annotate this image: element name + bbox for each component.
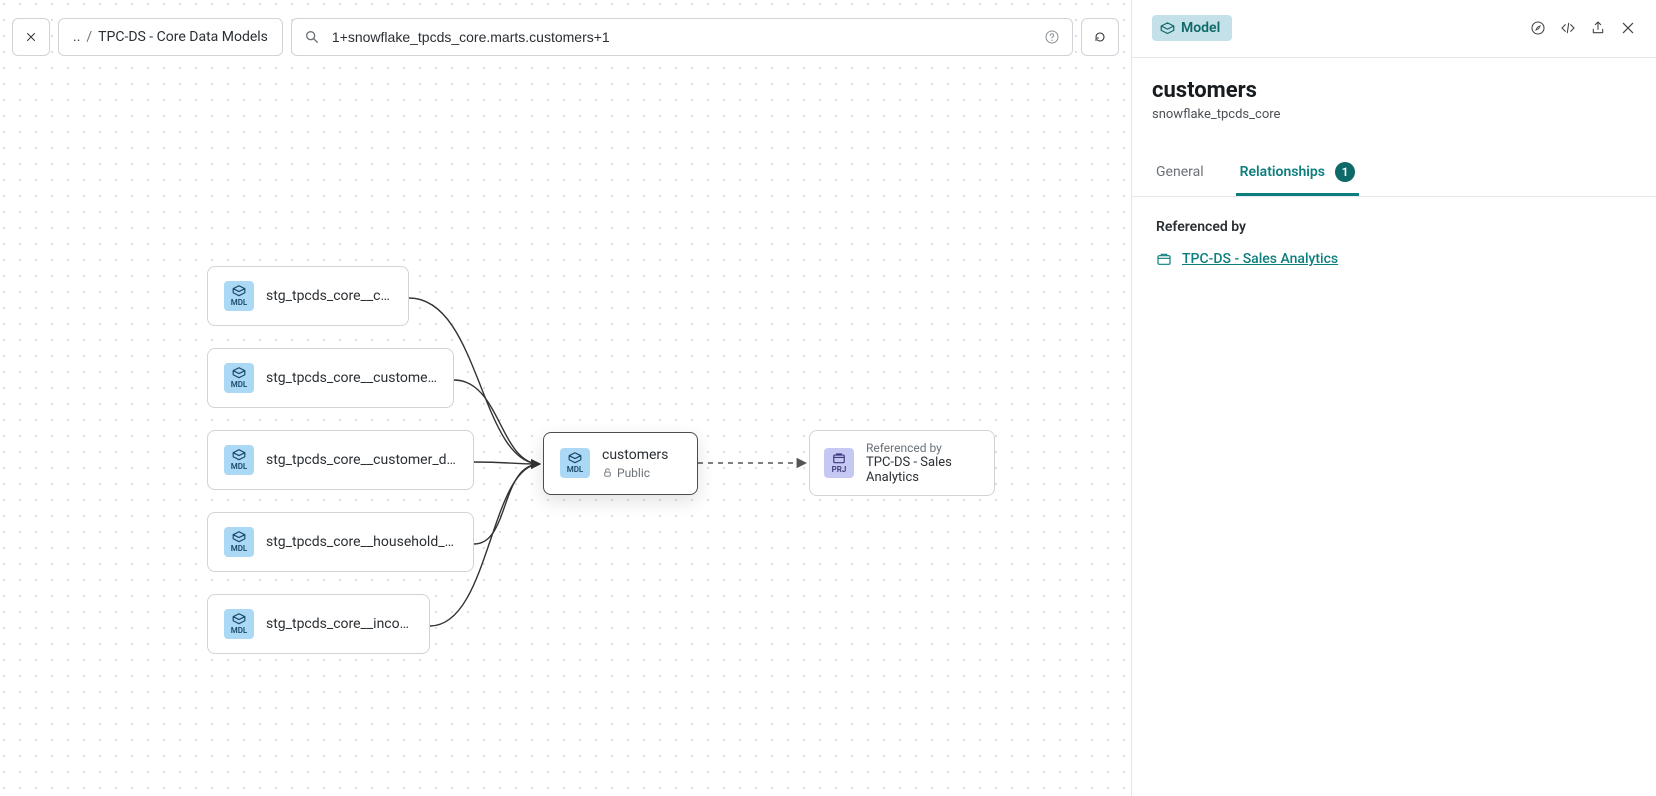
search-input[interactable] bbox=[330, 28, 1034, 46]
node-label: stg_tpcds_core__income_band bbox=[266, 616, 413, 632]
breadcrumb-separator: / bbox=[86, 29, 92, 45]
breadcrumb[interactable]: .. / TPC-DS - Core Data Models bbox=[58, 18, 283, 56]
compass-button[interactable] bbox=[1530, 20, 1546, 36]
relationships-count: 1 bbox=[1335, 162, 1355, 182]
model-icon: MDL bbox=[224, 527, 254, 557]
share-button[interactable] bbox=[1590, 20, 1606, 36]
node-upstream-4[interactable]: MDL stg_tpcds_core__income_band bbox=[207, 594, 430, 654]
model-icon: MDL bbox=[224, 445, 254, 475]
section-referenced-by: Referenced by TPC-DS - Sales Analytics bbox=[1132, 197, 1656, 289]
node-label: stg_tpcds_core__customer bbox=[266, 288, 392, 304]
close-icon bbox=[1620, 20, 1636, 36]
node-access: Public bbox=[602, 466, 668, 480]
node-label: stg_tpcds_core__customer_demogra… bbox=[266, 452, 457, 468]
search-bar[interactable] bbox=[291, 18, 1073, 56]
node-content: Referenced by TPC-DS - Sales Analytics bbox=[866, 441, 980, 485]
node-upstream-0[interactable]: MDL stg_tpcds_core__customer bbox=[207, 266, 409, 326]
details-sidebar: Model customers snowflake_tpcds_core Gen… bbox=[1132, 0, 1656, 796]
breadcrumb-current: TPC-DS - Core Data Models bbox=[98, 29, 268, 45]
model-icon: MDL bbox=[560, 448, 590, 478]
code-icon bbox=[1560, 20, 1576, 36]
refresh-icon bbox=[1094, 29, 1106, 45]
node-title: TPC-DS - Sales Analytics bbox=[866, 455, 980, 485]
lineage-canvas[interactable]: .. / TPC-DS - Core Data Models bbox=[0, 0, 1132, 796]
close-icon bbox=[25, 29, 37, 45]
search-help-icon[interactable] bbox=[1044, 29, 1060, 45]
sidebar-header-actions bbox=[1530, 20, 1636, 36]
node-label: stg_tpcds_core__customer_address bbox=[266, 370, 437, 386]
canvas-topbar: .. / TPC-DS - Core Data Models bbox=[12, 18, 1119, 56]
node-title: customers bbox=[602, 447, 668, 464]
sidebar-title-block: customers snowflake_tpcds_core bbox=[1132, 58, 1656, 130]
model-icon: MDL bbox=[224, 363, 254, 393]
lineage-edges bbox=[0, 0, 1132, 796]
code-button[interactable] bbox=[1560, 20, 1576, 36]
node-upstream-3[interactable]: MDL stg_tpcds_core__household_demogr… bbox=[207, 512, 474, 572]
refresh-button[interactable] bbox=[1081, 18, 1119, 56]
share-icon bbox=[1590, 20, 1606, 36]
unlock-icon bbox=[602, 467, 613, 478]
project-icon bbox=[1156, 252, 1172, 266]
sidebar-header: Model bbox=[1132, 1, 1656, 51]
model-icon: MDL bbox=[224, 281, 254, 311]
node-ref-label: Referenced by bbox=[866, 441, 980, 455]
search-icon bbox=[304, 29, 320, 45]
node-content: customers Public bbox=[602, 447, 668, 480]
sidebar-project: snowflake_tpcds_core bbox=[1152, 107, 1636, 122]
node-upstream-1[interactable]: MDL stg_tpcds_core__customer_address bbox=[207, 348, 454, 408]
section-heading: Referenced by bbox=[1156, 219, 1632, 235]
referenced-by-link[interactable]: TPC-DS - Sales Analytics bbox=[1156, 251, 1632, 267]
tab-general[interactable]: General bbox=[1152, 150, 1208, 196]
sidebar-tabs: General Relationships 1 bbox=[1132, 150, 1656, 197]
compass-icon bbox=[1530, 20, 1546, 36]
close-canvas-button[interactable] bbox=[12, 18, 50, 56]
tab-relationships[interactable]: Relationships 1 bbox=[1236, 150, 1359, 196]
close-sidebar-button[interactable] bbox=[1620, 20, 1636, 36]
cube-icon bbox=[1160, 22, 1175, 35]
model-type-pill: Model bbox=[1152, 15, 1232, 41]
node-label: stg_tpcds_core__household_demogr… bbox=[266, 534, 457, 550]
breadcrumb-prefix: .. bbox=[73, 29, 80, 45]
sidebar-title: customers bbox=[1152, 78, 1636, 103]
model-icon: MDL bbox=[224, 609, 254, 639]
node-center-customers[interactable]: MDL customers Public bbox=[543, 432, 698, 495]
node-upstream-2[interactable]: MDL stg_tpcds_core__customer_demogra… bbox=[207, 430, 474, 490]
node-downstream-project[interactable]: PRJ Referenced by TPC-DS - Sales Analyti… bbox=[809, 430, 995, 496]
project-icon: PRJ bbox=[824, 448, 854, 478]
